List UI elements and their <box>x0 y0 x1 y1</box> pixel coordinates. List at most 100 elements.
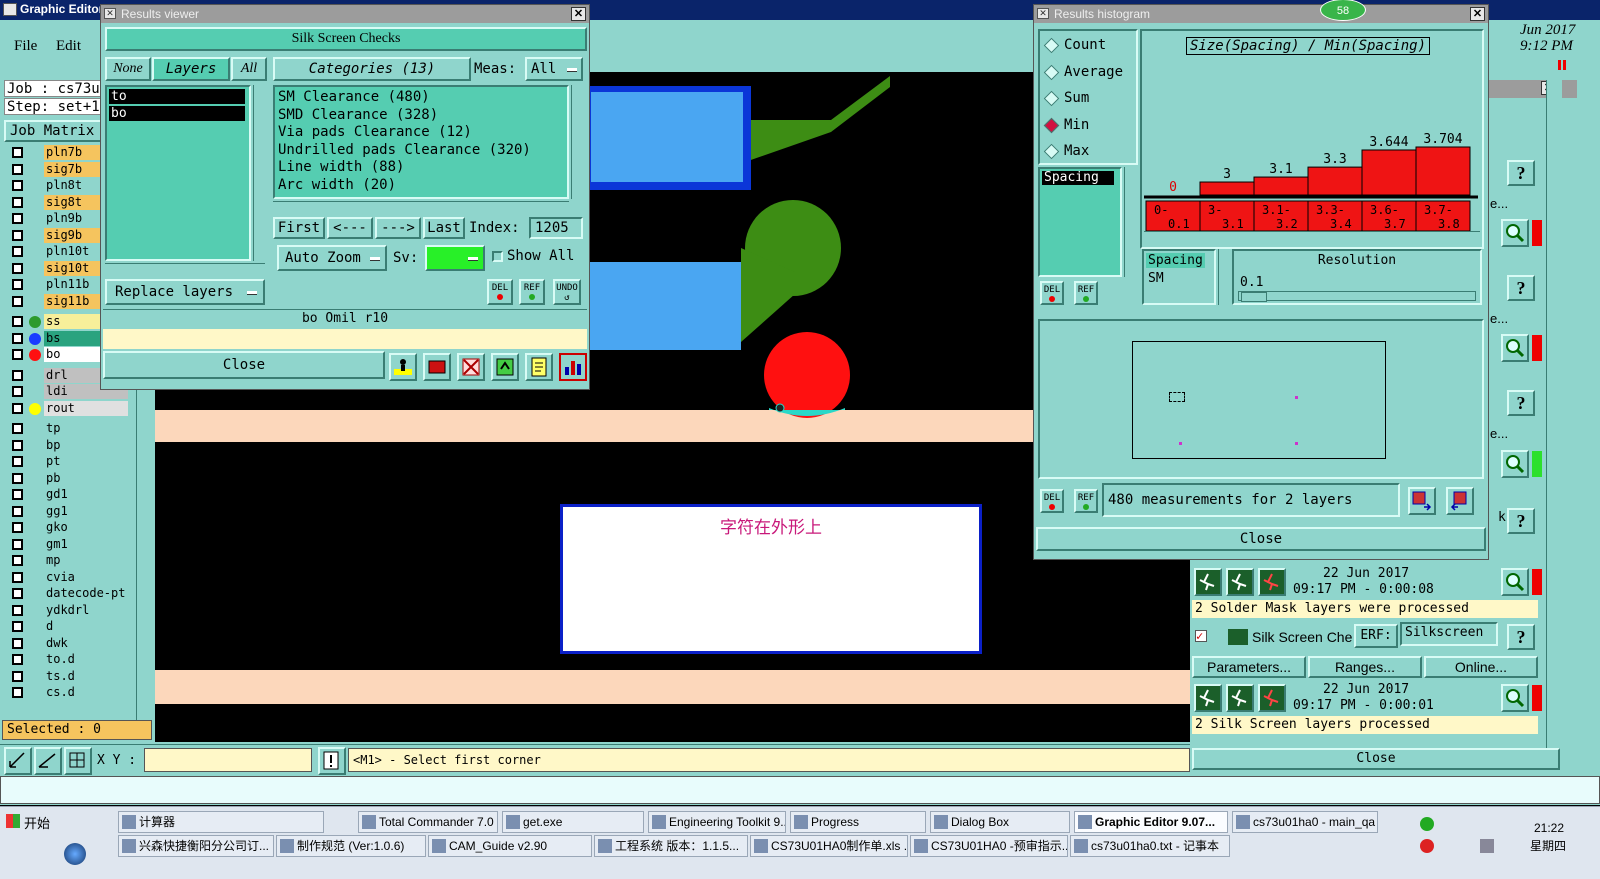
category-item[interactable]: SMD Clearance (328) <box>278 107 438 123</box>
layer-checkbox[interactable] <box>12 538 23 550</box>
rv-layer-item-bo[interactable]: bo <box>109 106 245 121</box>
tray-red-icon[interactable] <box>1420 839 1434 853</box>
taskbar-button[interactable]: Graphic Editor 9.07... <box>1074 811 1228 833</box>
rv-undo-button[interactable]: UNDO ↺ <box>553 279 581 305</box>
layer-row[interactable]: pb <box>10 470 128 487</box>
taskbar-button[interactable]: Dialog Box <box>930 811 1070 833</box>
layer-row[interactable]: cvia <box>10 569 128 586</box>
ranges-button[interactable]: Ranges... <box>1308 656 1422 678</box>
hist-resolution-slider[interactable] <box>1238 291 1476 302</box>
windows-orb-icon[interactable] <box>64 843 86 865</box>
rv-sv-color[interactable] <box>425 245 485 271</box>
layer-row[interactable]: gd1 <box>10 487 128 503</box>
layer-checkbox[interactable] <box>12 386 23 397</box>
layer-checkbox[interactable] <box>12 621 23 632</box>
taskbar-button[interactable]: CS73U01HA0 -预审指示... <box>910 835 1068 857</box>
help-button-3[interactable]: ? <box>1507 390 1535 416</box>
hist-list-scroll[interactable] <box>1124 167 1136 277</box>
help-button-4[interactable]: ? <box>1507 508 1535 534</box>
run-icon-sm-2[interactable] <box>1226 568 1254 596</box>
rv-close-x[interactable]: ✕ <box>571 7 586 21</box>
layer-checkbox[interactable] <box>12 180 23 191</box>
xy-input[interactable] <box>144 748 312 772</box>
layer-checkbox[interactable] <box>12 316 23 327</box>
layer-checkbox[interactable] <box>12 555 23 566</box>
erf-value[interactable]: Silkscreen <box>1400 622 1498 646</box>
report-icon[interactable] <box>525 353 553 381</box>
hist-hscroll[interactable] <box>1144 231 1480 243</box>
run-icon-silk-2[interactable] <box>1226 684 1254 712</box>
layer-checkbox[interactable] <box>12 196 23 208</box>
layer-checkbox[interactable] <box>12 369 23 381</box>
category-item[interactable]: Undrilled pads Clearance (320) <box>278 142 531 158</box>
layer-checkbox[interactable] <box>12 402 23 414</box>
hist-del-button[interactable]: DEL <box>1040 281 1064 305</box>
layer-row[interactable]: d <box>10 619 128 635</box>
rv-close-button[interactable]: Close <box>103 351 385 379</box>
taskbar-button[interactable]: CAM_Guide v2.90 <box>428 835 592 857</box>
layer-row[interactable]: rout <box>10 400 128 417</box>
help-button-silk[interactable]: ? <box>1507 624 1535 650</box>
taskbar-button[interactable]: Total Commander 7.0 ... <box>358 811 498 833</box>
layer-checkbox[interactable] <box>12 522 23 533</box>
category-item[interactable]: Arc width (20) <box>278 177 396 193</box>
hist-spacing-scroll[interactable] <box>1218 249 1230 305</box>
taskbar-button[interactable]: cs73u01ha0 - main_qa <box>1232 811 1378 833</box>
rv-cat-vscroll[interactable] <box>571 85 585 199</box>
layer-checkbox[interactable] <box>12 439 23 451</box>
layer-checkbox[interactable] <box>12 456 23 467</box>
layer-checkbox[interactable] <box>12 163 23 175</box>
layer-checkbox[interactable] <box>12 588 23 599</box>
rv-layer-hscroll[interactable] <box>105 263 265 275</box>
radio-icon[interactable] <box>1043 64 1060 80</box>
layer-row[interactable]: ydkdrl <box>10 602 128 619</box>
layer-row[interactable]: mp <box>10 553 128 569</box>
rv-category-list[interactable]: SM Clearance (480) SMD Clearance (328) Via… <box>273 85 569 199</box>
layer-row[interactable]: cs.d <box>10 685 128 701</box>
layer-checkbox[interactable] <box>12 505 23 517</box>
hist-bar[interactable] <box>1199 181 1255 196</box>
alert-icon[interactable] <box>318 747 346 775</box>
rv-meas-dropdown[interactable]: All <box>525 57 583 81</box>
taskbar-button[interactable]: Engineering Toolkit 9.... <box>648 811 786 833</box>
hist-ref-button-2[interactable]: REF <box>1074 489 1098 513</box>
rv-ref-button[interactable]: REF <box>519 279 545 305</box>
measure-icon[interactable] <box>34 747 62 775</box>
layer-checkbox[interactable] <box>12 654 23 665</box>
hist-close-x[interactable]: ✕ <box>1470 7 1485 21</box>
rv-tab-none[interactable]: None <box>105 57 151 81</box>
run-icon-sm-1[interactable] <box>1194 568 1222 596</box>
parameters-button[interactable]: Parameters... <box>1192 656 1306 678</box>
layer-checkbox[interactable] <box>12 687 23 698</box>
layer-checkbox[interactable] <box>12 472 23 484</box>
start-button[interactable]: 开始 <box>2 811 102 833</box>
rv-index-input[interactable]: 1205 <box>529 217 583 239</box>
layer-row[interactable]: tp <box>10 421 128 437</box>
tray-volume-icon[interactable] <box>1480 839 1494 853</box>
rv-layer-item-to[interactable]: to <box>109 89 245 104</box>
hist-ref-button[interactable]: REF <box>1074 281 1098 305</box>
radio-icon[interactable] <box>1043 143 1060 160</box>
hist-bar[interactable] <box>1361 149 1417 196</box>
rv-tab-layers[interactable]: Layers <box>152 57 230 81</box>
layer-row[interactable]: gg1 <box>10 503 128 520</box>
run-icon-sm-3[interactable] <box>1258 568 1286 596</box>
rv-del-button[interactable]: DEL <box>487 279 513 305</box>
silk-checkbox[interactable]: ✓ <box>1195 630 1207 642</box>
rv-replace-layers[interactable]: Replace layers <box>105 279 265 305</box>
taskbar-button[interactable]: Progress <box>790 811 926 833</box>
taskbar-button[interactable]: 兴森快捷衡阳分公司订... <box>118 835 274 857</box>
cross-icon[interactable] <box>457 353 485 381</box>
layer-checkbox[interactable] <box>12 229 23 241</box>
person-icon[interactable] <box>389 353 417 381</box>
run-icon-silk-1[interactable] <box>1194 684 1222 712</box>
layer-checkbox[interactable] <box>12 423 23 434</box>
rv-auto-zoom[interactable]: Auto Zoom <box>277 245 387 271</box>
rv-last-button[interactable]: Last <box>423 217 465 239</box>
hist-list-item[interactable]: Spacing <box>1042 171 1114 185</box>
help-button-1[interactable]: ? <box>1507 160 1535 186</box>
rv-cat-hscroll[interactable] <box>273 201 569 213</box>
zoom-icon-silk[interactable] <box>1501 684 1529 712</box>
online-button[interactable]: Online... <box>1424 656 1538 678</box>
rv-layer-vscroll[interactable] <box>253 85 265 261</box>
